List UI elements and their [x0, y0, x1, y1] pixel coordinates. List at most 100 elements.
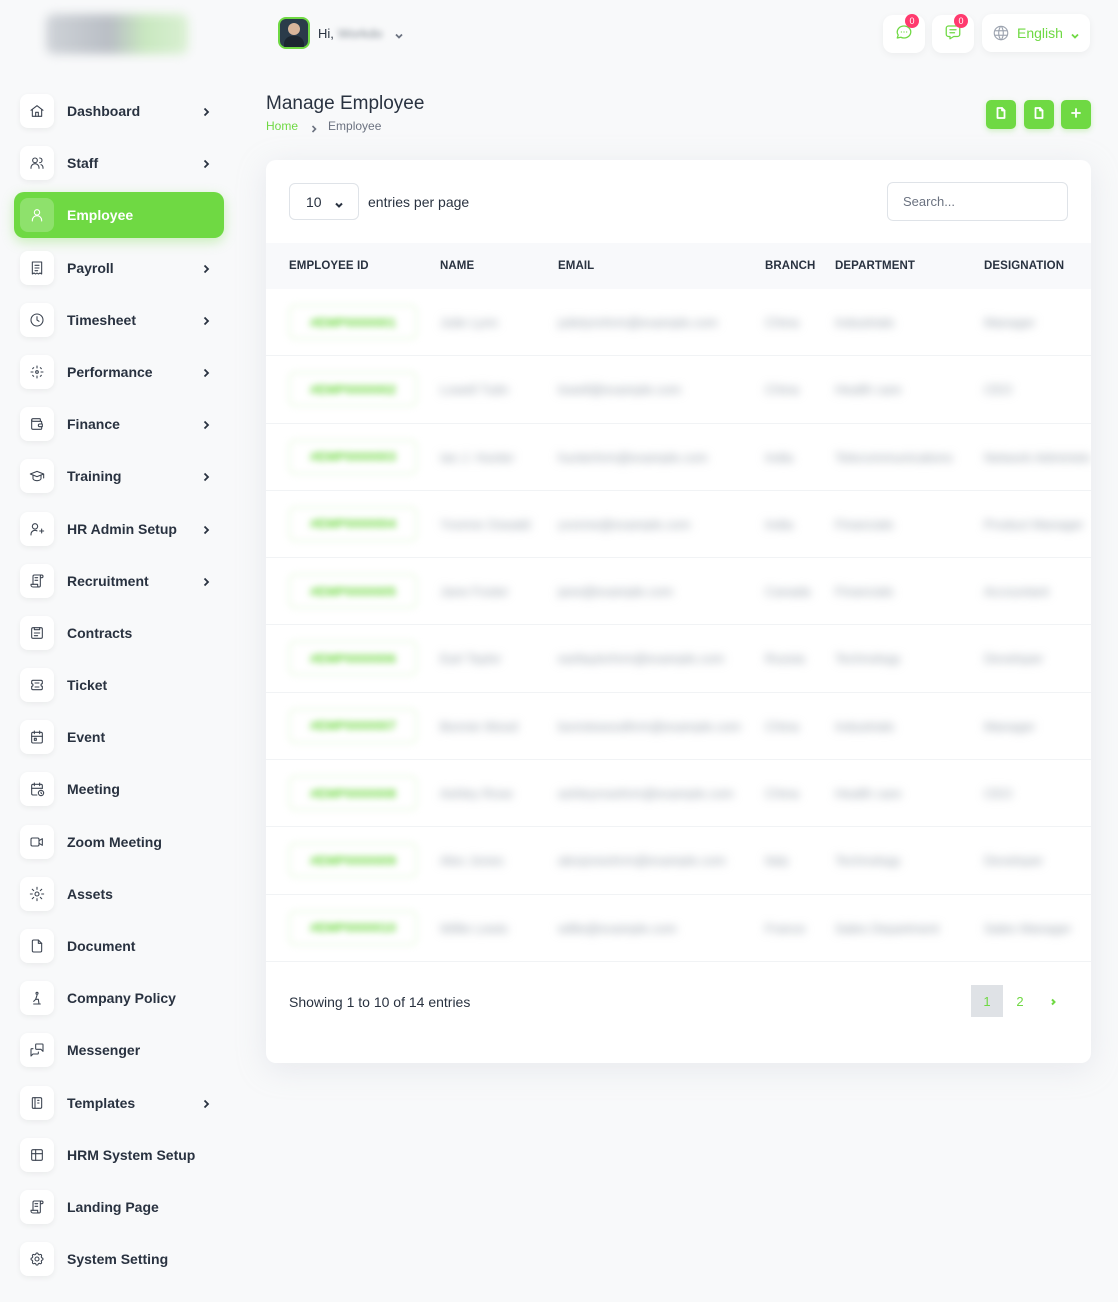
calendar-time-icon [20, 772, 54, 807]
employee-email: lowell@example.com [558, 382, 682, 397]
employee-id-link[interactable]: #EMP0000005 [289, 574, 417, 609]
table-row[interactable]: #EMP0000001 Julie Lynn julielynnhrm@exampl… [266, 289, 1091, 357]
employee-id-link[interactable]: #EMP0000002 [289, 372, 417, 407]
chevron-right-icon [200, 157, 212, 169]
employee-email: alexjoneshrm@example.com [558, 853, 726, 868]
sidebar-item-hr-admin-setup[interactable]: HR Admin Setup [14, 506, 224, 552]
pagination: 12 [971, 985, 1070, 1017]
sidebar-item-assets[interactable]: Assets [14, 871, 224, 917]
employee-name: Ashley Rose [440, 786, 513, 801]
table-row[interactable]: #EMP0000009 Alex Jones alexjoneshrm@exampl… [266, 827, 1091, 895]
column-header-department[interactable]: DEPARTMENT [835, 243, 915, 289]
sidebar-item-finance[interactable]: Finance [14, 401, 224, 447]
page-title: Manage Employee [266, 93, 425, 114]
sidebar-item-label: Messenger [67, 1042, 141, 1059]
sidebar-item-ticket[interactable]: Ticket [14, 662, 224, 708]
app-logo[interactable] [46, 14, 188, 54]
globe-icon [992, 24, 1010, 42]
wallet-icon [20, 407, 54, 442]
employee-name: Alex Jones [440, 853, 504, 868]
sidebar-item-recruitment[interactable]: Recruitment [14, 558, 224, 604]
language-selector[interactable]: English [982, 14, 1090, 52]
sidebar-item-templates[interactable]: Templates [14, 1080, 224, 1126]
sidebar-item-company-policy[interactable]: Company Policy [14, 975, 224, 1021]
employee-id-link[interactable]: #EMP0000009 [289, 843, 417, 878]
employee-id-link[interactable]: #EMP0000006 [289, 641, 417, 676]
employee-id-link[interactable]: #EMP0000007 [289, 708, 417, 743]
search-input[interactable] [887, 182, 1068, 221]
sidebar-item-employee[interactable]: Employee [14, 192, 224, 239]
employee-email: willie@example.com [558, 920, 677, 935]
employee-designation: Product Manager [984, 516, 1084, 531]
sidebar-item-label: System Setting [67, 1251, 169, 1268]
sidebar-item-label: Payroll [67, 259, 114, 276]
file-export-icon [1033, 106, 1045, 124]
next-page-button[interactable] [1037, 985, 1069, 1017]
sidebar-item-training[interactable]: Training [14, 453, 224, 499]
employee-id-link[interactable]: #EMP0000004 [289, 506, 417, 541]
column-header-label: BRANCH [765, 260, 816, 272]
chat-badge: 0 [954, 14, 968, 28]
column-header-branch[interactable]: BRANCH [765, 243, 815, 289]
table-row[interactable]: #EMP0000002 Lowell Tutin lowell@example.co… [266, 356, 1091, 424]
sidebar-item-zoom-meeting[interactable]: Zoom Meeting [14, 819, 224, 865]
entries-per-page-select[interactable]: 10 [289, 183, 359, 220]
messages-button[interactable]: 0 [883, 14, 925, 53]
column-header-employee-id[interactable]: EMPLOYEE ID [289, 243, 369, 289]
table-header: EMPLOYEE ID NAME EMAIL BRANCH DEPARTMENT DESI… [266, 243, 1091, 289]
sidebar-item-document[interactable]: Document [14, 923, 224, 969]
target-icon [20, 354, 54, 389]
sidebar-item-meeting[interactable]: Meeting [14, 766, 224, 812]
sidebar-item-timesheet[interactable]: Timesheet [14, 297, 224, 343]
table-row[interactable]: #EMP0000010 Willie Lewis willie@example.co… [266, 895, 1091, 962]
table-row[interactable]: #EMP0000003 Ian J. Hunter hunterhrm@exampl… [266, 424, 1091, 491]
column-header-name[interactable]: NAME [440, 243, 474, 289]
page-2-button[interactable]: 2 [1004, 985, 1036, 1017]
employee-id-link[interactable]: #EMP0000001 [289, 305, 417, 339]
sidebar-item-dashboard[interactable]: Dashboard [14, 88, 224, 134]
sidebar-item-staff[interactable]: Staff [14, 140, 224, 186]
employee-name: Yvonne Oswald [440, 516, 531, 531]
sidebar-item-landing-page[interactable]: Landing Page [14, 1184, 224, 1230]
table-row[interactable]: #EMP0000008 Ashley Rose ashleyrosehrm@exam… [266, 760, 1091, 828]
sidebar-item-system-setting[interactable]: System Setting [14, 1236, 224, 1282]
column-header-designation[interactable]: DESIGNATION [984, 243, 1064, 289]
employee-branch: China [765, 718, 799, 733]
chevron-right-icon [200, 262, 212, 274]
sidebar: Dashboard Staff Employee Payroll Timesheet Pe… [0, 0, 240, 1302]
table-row[interactable]: #EMP0000005 Jane Foster jane@example.com Ca… [266, 558, 1091, 626]
chevron-right-icon [200, 366, 212, 378]
calendar-event-icon [20, 720, 54, 755]
table-row[interactable]: #EMP0000004 Yvonne Oswald yvonne@example.c… [266, 491, 1091, 559]
chevron-right-icon [1049, 994, 1057, 1009]
sidebar-item-payroll[interactable]: Payroll [14, 245, 224, 291]
table-row[interactable]: #EMP0000006 Earl Taylor earltaylorhrm@exam… [266, 625, 1091, 693]
employee-name: Julie Lynn [440, 315, 499, 329]
sidebar-item-hrm-system-setup[interactable]: HRM System Setup [14, 1132, 224, 1178]
employee-name: Bonnie Wood [440, 718, 518, 733]
import-button[interactable] [986, 100, 1016, 129]
export-button[interactable] [1024, 100, 1054, 129]
employee-name: Jane Foster [440, 584, 509, 599]
column-header-email[interactable]: EMAIL [558, 243, 594, 289]
employee-email: julielynnhrm@example.com [558, 315, 718, 329]
employee-id-link[interactable]: #EMP0000008 [289, 776, 417, 811]
sidebar-item-messenger[interactable]: Messenger [14, 1027, 224, 1073]
sidebar-item-contracts[interactable]: Contracts [14, 610, 224, 656]
ticket-icon [20, 668, 54, 703]
table-row[interactable]: #EMP0000007 Bonnie Wood bonniewoodhrm@exam… [266, 693, 1091, 761]
page-1-button[interactable]: 1 [971, 985, 1003, 1017]
sidebar-item-event[interactable]: Event [14, 714, 224, 760]
sidebar-item-performance[interactable]: Performance [14, 349, 224, 395]
chat-button[interactable]: 0 [932, 14, 974, 53]
employee-id-link[interactable]: #EMP0000003 [289, 439, 417, 474]
employee-designation: CEO [984, 382, 1013, 397]
breadcrumb-home[interactable]: Home [266, 119, 298, 133]
employee-id-link[interactable]: #EMP0000010 [289, 910, 417, 945]
employee-designation: Developer [984, 651, 1044, 666]
sidebar-item-label: HRM System Setup [67, 1146, 196, 1163]
pray-icon [20, 981, 54, 1016]
user-menu[interactable]: Hi, Workdo [272, 12, 414, 54]
user-greeting: Hi, [318, 25, 334, 41]
add-employee-button[interactable] [1061, 100, 1091, 129]
